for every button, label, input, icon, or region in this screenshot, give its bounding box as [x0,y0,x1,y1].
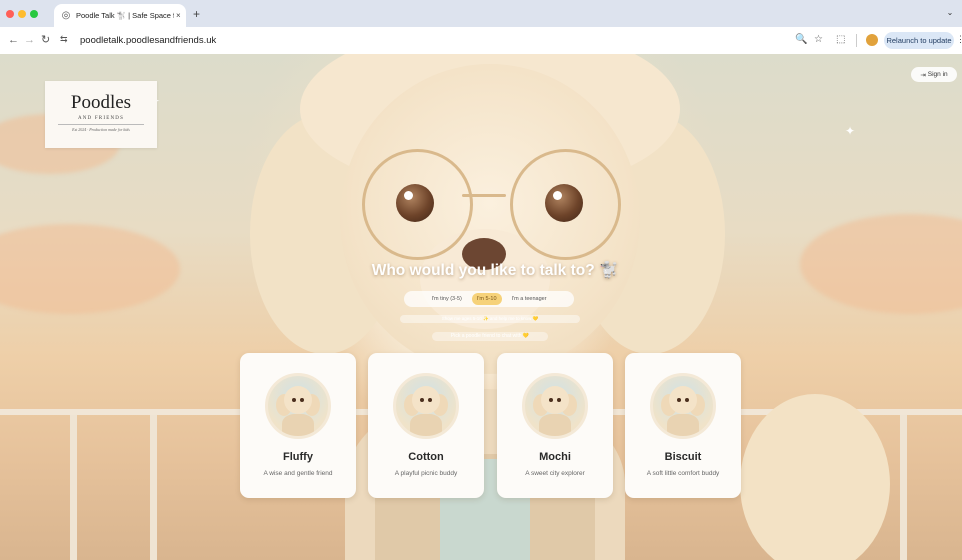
background-cloud [800,214,962,314]
railing-post [900,415,907,560]
friend-name: Fluffy [283,451,313,463]
maximize-window-button[interactable] [30,10,38,18]
eye-glint [404,191,413,200]
friend-description: A wise and gentle friend [263,470,333,477]
toolbar-divider [856,34,857,47]
friend-card-mochi[interactable]: Mochi A sweet city explorer [497,353,613,498]
poodle-avatar [265,373,331,439]
friend-description: A sweet city explorer [525,470,585,477]
age-option-teenager[interactable]: I'm a teenager [507,293,552,305]
friend-description: A playful picnic buddy [394,470,458,477]
background-cloud [0,224,180,314]
back-arrow-icon[interactable]: ← [8,33,19,47]
tab-title: Poodle Talk 🐩 | Safe Space f [76,11,174,20]
friend-name: Biscuit [664,451,702,463]
page-content: ✦ ✦ Poodles AND FRIENDS Est 2024 · Produ… [0,54,962,560]
zoom-icon[interactable]: 🔍 [795,34,807,45]
poodle-avatar [650,373,716,439]
page-headline: Who would you like to talk to? 🐩 [371,262,619,279]
poodle-avatar [522,373,588,439]
forward-arrow-icon[interactable]: → [24,33,35,47]
browser-toolbar: ← → ↻ ⇆ poodletalk.poodlesandfriends.uk … [0,27,962,55]
chevron-down-icon[interactable]: ⌄ [944,8,956,20]
railing-post [150,415,157,560]
tab-close-icon[interactable]: × [176,11,181,20]
age-option-tiny[interactable]: I'm tiny (3-5) [426,293,466,305]
logo-tagline: Est 2024 · Production made for kids [72,127,130,132]
browser-window: ◎ Poodle Talk 🐩 | Safe Space f × + ⌄ ← →… [0,0,962,560]
poodle-avatar [393,373,459,439]
age-note: Show me ages 5-10 ✨ and help me to know … [400,315,580,323]
age-selector: I'm tiny (3-5) I'm 5-10 I'm a teenager [404,291,574,307]
friend-card-cotton[interactable]: Cotton A playful picnic buddy [368,353,484,498]
friend-card-biscuit[interactable]: Biscuit A soft little comfort buddy [625,353,741,498]
bookmark-star-icon[interactable]: ☆ [814,34,823,45]
minimize-window-button[interactable] [18,10,26,18]
poodle-tail-illustration [740,394,890,560]
reload-icon[interactable]: ↻ [41,33,50,47]
logo-title: Poodles [70,92,132,113]
poodle-eye-left [396,184,434,222]
sign-in-label: Sign in [927,71,948,78]
sign-in-button[interactable]: ⇥ Sign in [911,67,957,82]
friend-name: Mochi [539,451,571,463]
more-menu-icon[interactable]: ⋮ [956,34,962,45]
address-bar[interactable]: poodletalk.poodlesandfriends.uk [80,35,216,46]
sign-in-icon: ⇥ [920,71,926,79]
new-tab-button[interactable]: + [193,8,200,20]
extensions-icon[interactable]: ⬚ [836,34,845,45]
poodles-and-friends-logo[interactable]: Poodles AND FRIENDS Est 2024 · Productio… [45,81,157,148]
close-window-button[interactable] [6,10,14,18]
age-option-5-10[interactable]: I'm 5-10 [471,293,502,305]
poodle-eye-right [545,184,583,222]
glasses-bridge [462,194,506,197]
tab-poodle-talk[interactable]: ◎ Poodle Talk 🐩 | Safe Space f × [54,4,186,27]
friend-description: A soft little comfort buddy [646,470,720,477]
logo-divider [58,124,144,125]
tab-strip: ◎ Poodle Talk 🐩 | Safe Space f × + ⌄ [0,0,962,27]
logo-subtitle: AND FRIENDS [77,116,125,121]
pick-friend-prompt: Pick a poodle friend to chat with 💛 [432,332,548,341]
profile-avatar[interactable] [866,34,878,46]
globe-icon: ◎ [61,9,71,21]
friend-name: Cotton [408,451,444,463]
friend-card-fluffy[interactable]: Fluffy A wise and gentle friend [240,353,356,498]
site-info-icon[interactable]: ⇆ [60,34,68,45]
railing-post [70,415,77,560]
eye-glint [553,191,562,200]
relaunch-button[interactable]: Relaunch to update [884,32,954,49]
sparkle-icon: ✦ [845,124,856,138]
